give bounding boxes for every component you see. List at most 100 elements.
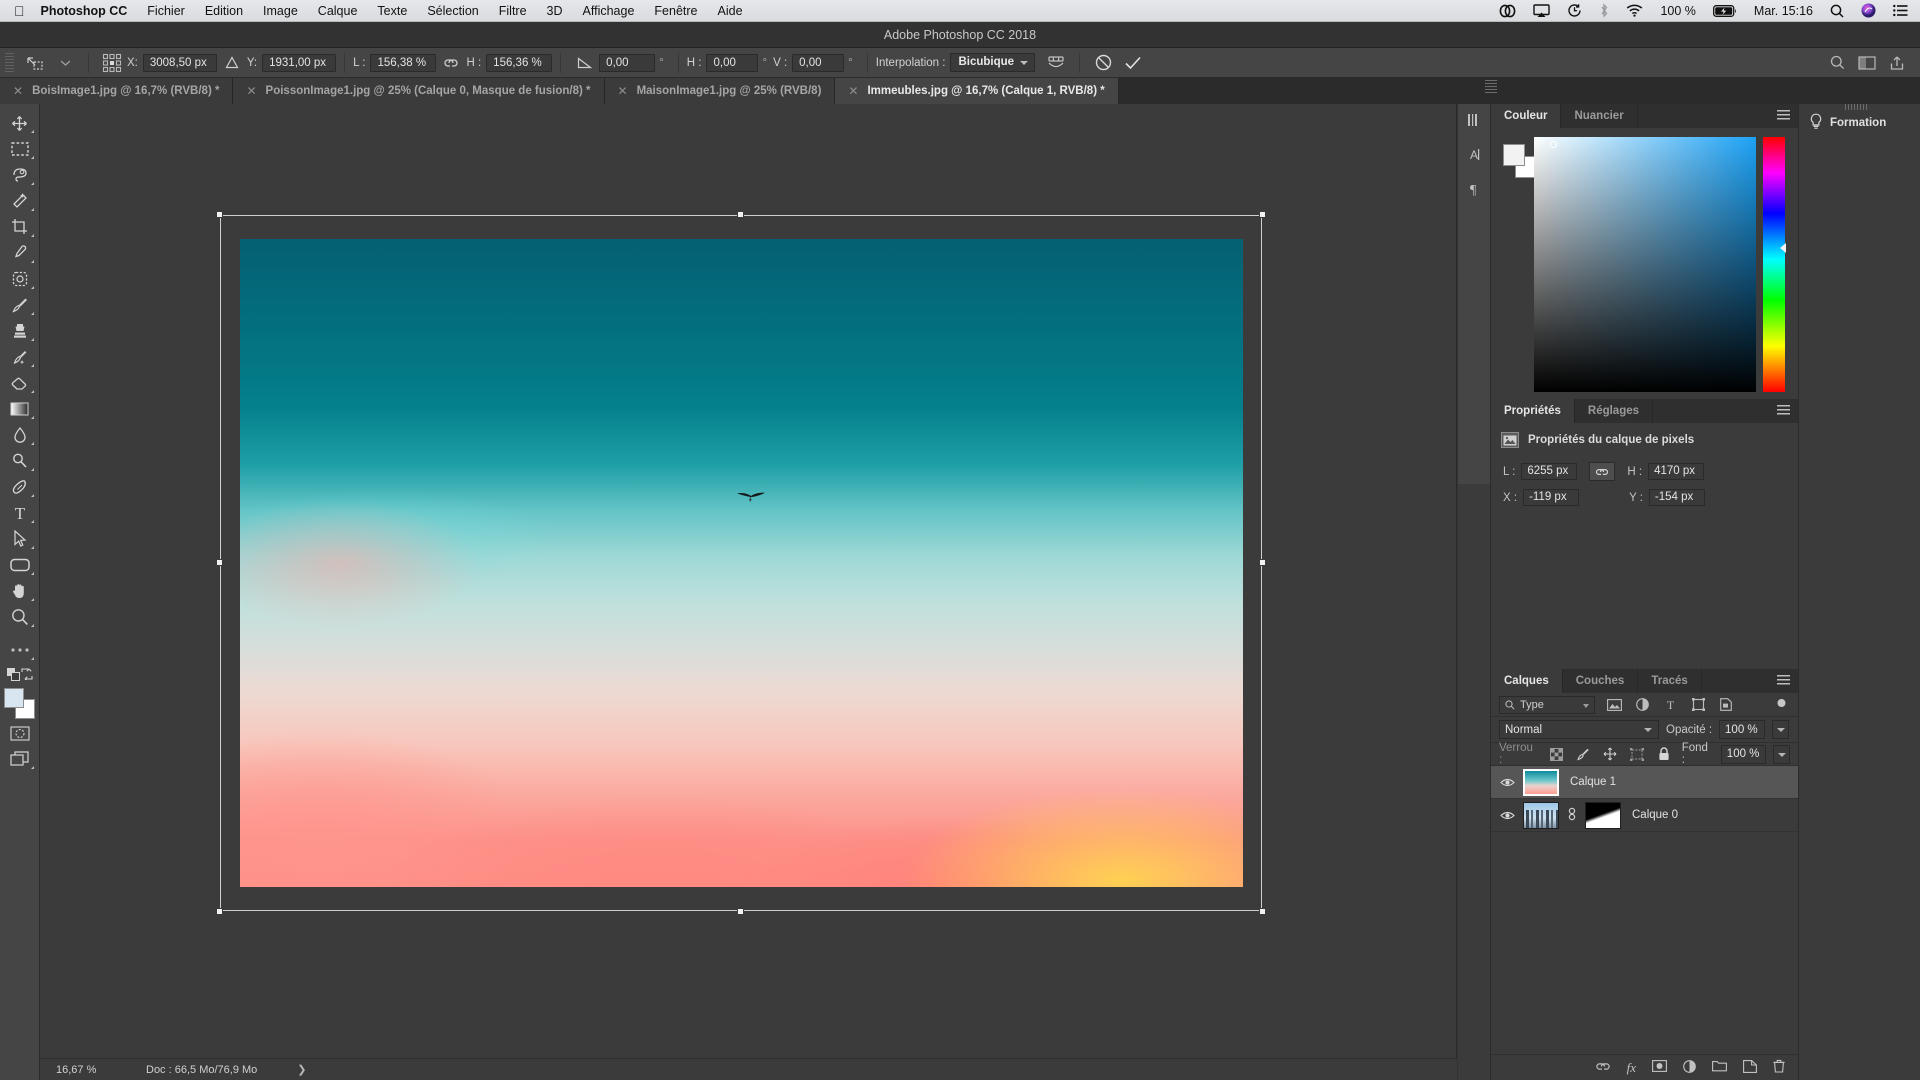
search-icon[interactable] — [1826, 52, 1848, 74]
blend-mode-select[interactable]: Normal — [1499, 720, 1659, 739]
document-tab-boisimage1[interactable]: ✕ BoisImage1.jpg @ 16,7% (RVB/8) * — [0, 78, 234, 104]
foreground-background-swatches[interactable] — [3, 688, 37, 720]
add-layer-mask-icon[interactable] — [1652, 1060, 1667, 1075]
close-icon[interactable]: ✕ — [246, 84, 256, 98]
bluetooth-icon[interactable] — [1599, 3, 1609, 18]
document-tab-immeubles[interactable]: ✕ Immeubles.jpg @ 16,7% (Calque 1, RVB/8… — [835, 78, 1119, 104]
clock-label[interactable]: Mar. 15:16 — [1754, 4, 1813, 18]
link-icon[interactable] — [440, 52, 462, 74]
menu-item-edition[interactable]: Edition — [205, 4, 243, 18]
warp-mode-icon[interactable] — [1045, 52, 1067, 74]
close-icon[interactable]: ✕ — [848, 84, 858, 98]
filter-pixel-icon[interactable] — [1605, 696, 1623, 714]
layer-row-calque-0[interactable]: Calque 0 — [1491, 799, 1798, 832]
tool-history-brush[interactable] — [3, 344, 37, 370]
transform-width-input[interactable]: 156,38 % — [370, 53, 437, 72]
foreground-color-swatch[interactable] — [3, 688, 24, 708]
layer-mask-thumbnail[interactable] — [1585, 801, 1621, 829]
transform-height-input[interactable]: 156,36 % — [486, 53, 553, 72]
share-icon[interactable] — [1886, 52, 1908, 74]
tool-edit-toolbar[interactable] — [3, 637, 37, 663]
tool-zoom[interactable] — [3, 604, 37, 630]
airplay-icon[interactable] — [1533, 3, 1551, 18]
lock-all-icon[interactable] — [1655, 745, 1673, 763]
lock-position-icon[interactable] — [1601, 745, 1619, 763]
layer-row-calque-1[interactable]: Calque 1 — [1491, 766, 1798, 799]
filter-adjustment-icon[interactable] — [1633, 696, 1651, 714]
tool-eraser[interactable] — [3, 370, 37, 396]
tool-clone-stamp[interactable] — [3, 318, 37, 344]
tool-move[interactable] — [3, 110, 37, 136]
tab-nuancier[interactable]: Nuancier — [1561, 104, 1638, 128]
panel-menu-icon[interactable] — [1777, 405, 1790, 416]
arrange-documents-icon[interactable] — [1856, 52, 1878, 74]
tool-healing-brush[interactable] — [3, 266, 37, 292]
layer-thumbnail[interactable] — [1523, 801, 1559, 829]
apple-icon[interactable]:  — [14, 4, 25, 18]
tab-reglages[interactable]: Réglages — [1575, 399, 1654, 423]
color-panel-swatches[interactable] — [1503, 144, 1537, 178]
menu-item-selection[interactable]: Sélection — [427, 4, 478, 18]
layer-name[interactable]: Calque 0 — [1632, 809, 1678, 821]
wifi-icon[interactable] — [1626, 4, 1643, 17]
filter-type-icon[interactable]: T — [1661, 696, 1679, 714]
options-bar-grip[interactable] — [5, 52, 14, 73]
cancel-transform-icon[interactable] — [1092, 52, 1114, 74]
tool-brush[interactable] — [3, 292, 37, 318]
transform-handle-bottom-center[interactable] — [737, 908, 744, 915]
menu-item-texte[interactable]: Texte — [377, 4, 407, 18]
transform-handle-bottom-right[interactable] — [1259, 908, 1266, 915]
tool-type[interactable]: T — [3, 500, 37, 526]
opacity-stepper[interactable] — [1772, 720, 1790, 739]
layer-style-icon[interactable]: fx — [1627, 1060, 1636, 1076]
link-layers-icon[interactable] — [1595, 1061, 1611, 1075]
canvas-image-sky-sunset[interactable] — [240, 239, 1243, 887]
new-layer-icon[interactable] — [1743, 1059, 1757, 1076]
link-dimensions-icon[interactable] — [1589, 462, 1616, 481]
chevron-down-icon[interactable] — [54, 52, 76, 74]
color-field[interactable] — [1534, 137, 1756, 392]
document-tab-poissonimage1[interactable]: ✕ PoissonImage1.jpg @ 25% (Calque 0, Mas… — [233, 78, 605, 104]
document-tab-maisonimage1[interactable]: ✕ MaisonImage1.jpg @ 25% (RVB/8) — [604, 78, 836, 104]
panel-menu-icon[interactable] — [1777, 110, 1790, 121]
transform-angle-input[interactable]: 0,00 — [599, 53, 656, 72]
reference-point-grid-icon[interactable] — [101, 52, 123, 74]
tab-proprietes[interactable]: Propriétés — [1491, 399, 1575, 423]
tool-dodge[interactable] — [3, 448, 37, 474]
canvas-area[interactable] — [40, 104, 1457, 1080]
tab-couleur[interactable]: Couleur — [1491, 104, 1562, 128]
menu-item-affichage[interactable]: Affichage — [583, 4, 635, 18]
transform-handle-top-left[interactable] — [216, 211, 223, 218]
notification-center-icon[interactable] — [1893, 4, 1908, 17]
menu-item-3d[interactable]: 3D — [547, 4, 563, 18]
filter-smart-object-icon[interactable] — [1717, 696, 1735, 714]
tool-blur[interactable] — [3, 422, 37, 448]
close-icon[interactable]: ✕ — [618, 84, 628, 98]
interpolation-select[interactable]: Bicubique — [950, 53, 1036, 72]
move-tool-icon[interactable] — [24, 52, 46, 74]
menu-item-filtre[interactable]: Filtre — [499, 4, 527, 18]
lock-image-icon[interactable] — [1575, 745, 1593, 763]
mask-link-icon[interactable] — [1567, 807, 1577, 824]
creative-cloud-icon[interactable] — [1499, 4, 1516, 18]
tool-hand[interactable] — [3, 578, 37, 604]
lock-artboard-icon[interactable] — [1628, 745, 1646, 763]
commit-transform-icon[interactable] — [1122, 52, 1144, 74]
tab-calques[interactable]: Calques — [1491, 669, 1563, 693]
tool-lasso[interactable] — [3, 162, 37, 188]
character-panel-icon[interactable] — [1461, 109, 1487, 131]
properties-width-input[interactable]: 6255 px — [1521, 463, 1578, 480]
properties-y-input[interactable]: -154 px — [1648, 489, 1705, 506]
menu-item-fichier[interactable]: Fichier — [147, 4, 185, 18]
menu-item-image[interactable]: Image — [263, 4, 298, 18]
siri-icon[interactable] — [1861, 3, 1876, 18]
tool-rectangular-marquee[interactable] — [3, 136, 37, 162]
swap-colors-icon[interactable] — [20, 668, 33, 680]
screen-mode-icon[interactable] — [3, 746, 37, 772]
tool-eyedropper[interactable] — [3, 240, 37, 266]
menu-item-calque[interactable]: Calque — [318, 4, 358, 18]
menu-item-photoshop[interactable]: Photoshop CC — [41, 4, 128, 18]
tool-rectangle[interactable] — [3, 552, 37, 578]
opacity-input[interactable]: 100 % — [1719, 720, 1766, 739]
delete-layer-icon[interactable] — [1773, 1059, 1785, 1076]
